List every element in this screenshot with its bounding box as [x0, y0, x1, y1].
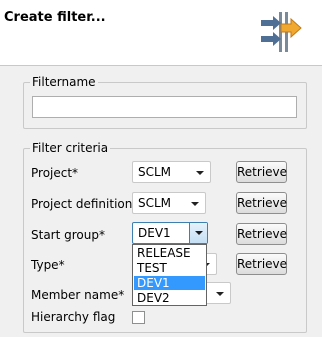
- filtername-legend: Filtername: [30, 75, 98, 89]
- project-definition-select[interactable]: SCLM: [132, 192, 206, 214]
- dropdown-option-test[interactable]: TEST: [134, 261, 205, 275]
- start-group-retrieve-button[interactable]: Retrieve: [236, 223, 287, 245]
- chevron-down-icon: [191, 202, 199, 206]
- start-group-select-value: DEV1: [138, 226, 171, 240]
- chevron-down-icon: [216, 292, 224, 296]
- start-group-dropdown-list: RELEASE TEST DEV1 DEV2: [132, 244, 207, 306]
- chevron-down-icon: [195, 231, 203, 235]
- project-label: Project*: [31, 166, 79, 180]
- start-group-dropdown-button[interactable]: [189, 223, 207, 243]
- start-group-select[interactable]: DEV1: [132, 222, 208, 244]
- type-retrieve-button[interactable]: Retrieve: [236, 253, 287, 275]
- type-label: Type*: [31, 258, 65, 272]
- member-name-label: Member name*: [31, 288, 125, 302]
- chevron-down-icon: [196, 171, 204, 175]
- hierarchy-flag-checkbox[interactable]: [132, 311, 145, 324]
- dropdown-option-release[interactable]: RELEASE: [134, 246, 205, 260]
- project-select-value: SCLM: [138, 165, 172, 179]
- project-definition-label: Project definition*: [31, 197, 139, 211]
- project-select[interactable]: SCLM: [132, 161, 211, 183]
- dropdown-option-dev1[interactable]: DEV1: [134, 276, 205, 290]
- filter-arrows-icon: [261, 12, 302, 52]
- dialog-header: Create filter...: [0, 0, 322, 66]
- filtername-input[interactable]: [32, 96, 297, 118]
- filter-criteria-legend: Filter criteria: [30, 141, 111, 155]
- hierarchy-flag-label: Hierarchy flag: [31, 310, 116, 324]
- project-definition-retrieve-button[interactable]: Retrieve: [236, 192, 287, 214]
- dropdown-option-dev2[interactable]: DEV2: [134, 291, 205, 305]
- project-retrieve-button[interactable]: Retrieve: [236, 161, 287, 183]
- start-group-label: Start group*: [31, 228, 105, 242]
- project-definition-select-value: SCLM: [138, 196, 172, 210]
- dialog-title: Create filter...: [4, 10, 106, 25]
